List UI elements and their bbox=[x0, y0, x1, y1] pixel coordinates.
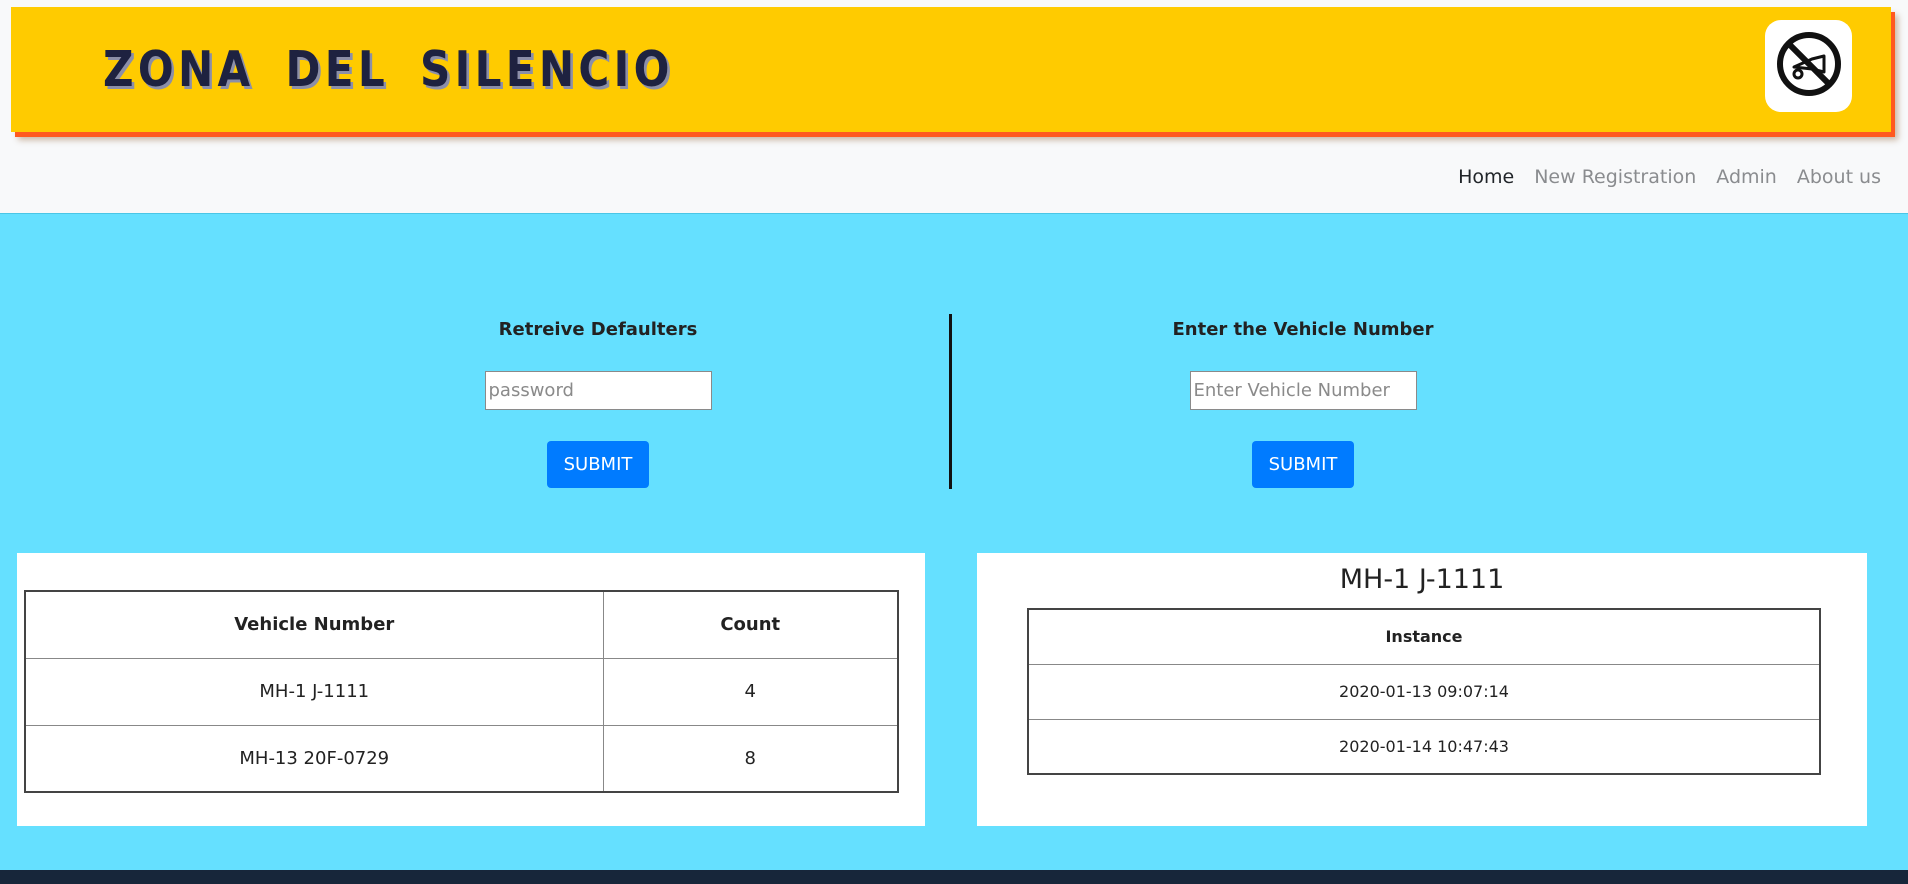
footer-bar bbox=[0, 870, 1908, 884]
navbar: Home New Registration Admin About us bbox=[0, 150, 1908, 213]
nav-new-registration-link[interactable]: New Registration bbox=[1534, 166, 1696, 188]
password-input[interactable] bbox=[484, 371, 712, 410]
table-row: 2020-01-13 09:07:14 bbox=[1027, 663, 1821, 720]
table-row: MH-1 J-1111 4 bbox=[24, 657, 899, 726]
count-cell: 4 bbox=[602, 657, 899, 726]
count-cell: 8 bbox=[602, 724, 899, 793]
defaulters-submit-button[interactable]: SUBMIT bbox=[547, 441, 649, 488]
nav-home-link[interactable]: Home bbox=[1458, 166, 1514, 188]
instance-table: Instance 2020-01-13 09:07:14 2020-01-14 … bbox=[1027, 608, 1821, 775]
vehicle-number-cell: MH-13 20F-0729 bbox=[24, 724, 604, 793]
instance-panel: MH-1 J-1111 Instance 2020-01-13 09:07:14… bbox=[977, 553, 1867, 826]
instance-cell: 2020-01-13 09:07:14 bbox=[1027, 663, 1821, 720]
nav-links: Home New Registration Admin About us bbox=[1458, 166, 1881, 188]
instance-cell: 2020-01-14 10:47:43 bbox=[1027, 718, 1821, 775]
no-horn-icon bbox=[1774, 29, 1844, 103]
instance-header: Instance bbox=[1027, 608, 1821, 665]
vehicle-submit-button[interactable]: SUBMIT bbox=[1252, 441, 1354, 488]
defaulters-form-title: Retreive Defaulters bbox=[498, 319, 698, 340]
header-banner: ZONA DEL SILENCIO bbox=[11, 7, 1891, 132]
instance-vehicle-title: MH-1 J-1111 bbox=[1339, 564, 1505, 595]
vehicle-number-cell: MH-1 J-1111 bbox=[24, 657, 604, 726]
vehicle-number-header: Vehicle Number bbox=[24, 590, 604, 659]
defaulters-table: Vehicle Number Count MH-1 J-1111 4 MH-13… bbox=[24, 590, 899, 793]
defaulters-panel: Vehicle Number Count MH-1 J-1111 4 MH-13… bbox=[17, 553, 925, 826]
logo bbox=[1765, 20, 1852, 112]
vehicle-number-input[interactable] bbox=[1189, 371, 1417, 410]
defaulters-form: Retreive Defaulters SUBMIT bbox=[398, 319, 798, 488]
brand-title: ZONA DEL SILENCIO bbox=[103, 41, 674, 98]
vehicle-form-title: Enter the Vehicle Number bbox=[1172, 319, 1434, 340]
nav-about-link[interactable]: About us bbox=[1797, 166, 1881, 188]
table-row: MH-13 20F-0729 8 bbox=[24, 724, 899, 793]
table-row: 2020-01-14 10:47:43 bbox=[1027, 718, 1821, 775]
vehicle-form: Enter the Vehicle Number SUBMIT bbox=[1103, 319, 1503, 488]
count-header: Count bbox=[602, 590, 899, 659]
table-header-row: Vehicle Number Count bbox=[24, 590, 899, 659]
table-header-row: Instance bbox=[1027, 608, 1821, 665]
form-divider bbox=[949, 314, 952, 489]
nav-admin-link[interactable]: Admin bbox=[1716, 166, 1777, 188]
